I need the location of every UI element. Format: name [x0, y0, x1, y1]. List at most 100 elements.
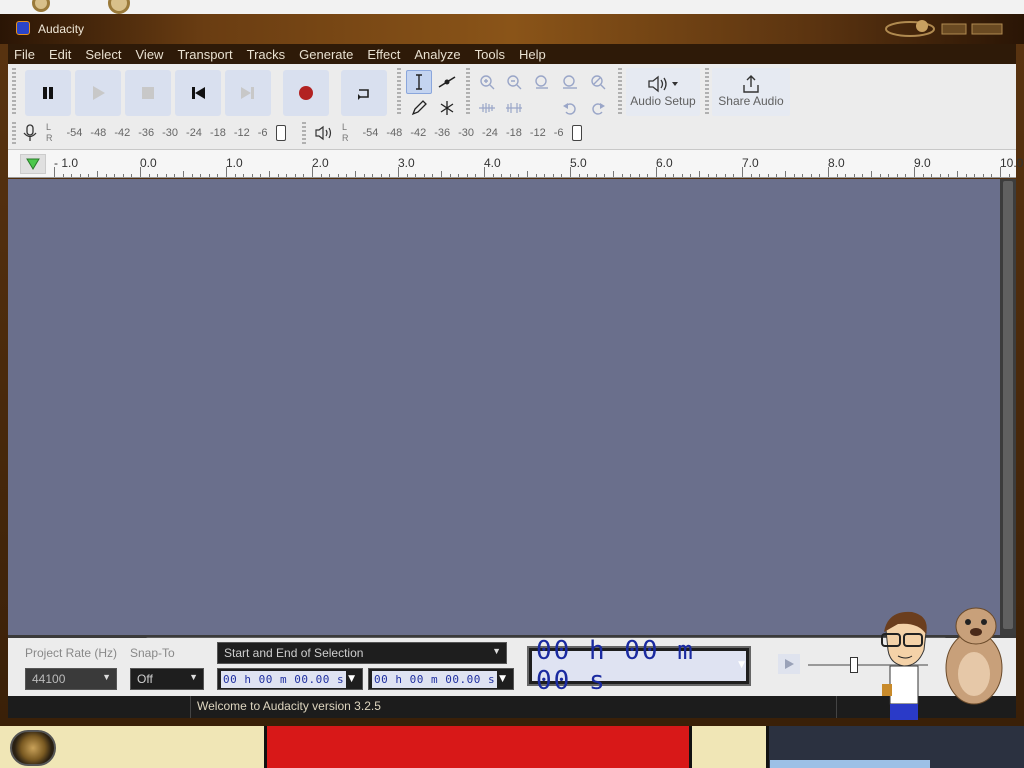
selection-start-time[interactable]: 00 h 00 m 00.00 s ▼ — [217, 668, 363, 690]
toolbar-grip[interactable] — [618, 68, 622, 116]
ruler-tick — [638, 174, 640, 177]
toolbar-grip[interactable] — [705, 68, 709, 116]
ruler-tick — [501, 174, 503, 177]
ruler-tick — [329, 174, 331, 177]
menu-help[interactable]: Help — [519, 47, 546, 62]
ruler-tick — [260, 174, 262, 177]
zoom-selection-icon — [535, 75, 548, 89]
scrollbar-thumb[interactable] — [1003, 181, 1013, 629]
ruler-tick — [690, 174, 692, 177]
redo-button[interactable] — [585, 96, 611, 120]
ruler-tick — [527, 171, 528, 177]
ruler-tick — [785, 171, 786, 177]
pause-button[interactable] — [25, 70, 71, 116]
snap-to-dropdown[interactable]: Off ▼ — [130, 668, 204, 690]
toolbar-grip[interactable] — [12, 122, 16, 146]
time-display[interactable]: 00 h 00 m 00 s ▼ — [527, 636, 751, 696]
ruler-tick — [879, 174, 881, 177]
undo-icon — [563, 103, 576, 115]
ruler-tick — [733, 174, 735, 177]
menu-edit[interactable]: Edit — [49, 47, 71, 62]
zoom-toggle-button[interactable] — [585, 70, 611, 94]
track-area[interactable] — [8, 179, 1000, 635]
zoom-out-button[interactable] — [501, 70, 527, 94]
selection-end-time[interactable]: 00 h 00 m 00.00 s ▼ — [368, 668, 514, 690]
record-button[interactable] — [283, 70, 329, 116]
toolbar-grip[interactable] — [466, 68, 470, 116]
ruler-tick — [286, 174, 288, 177]
meter-tick-label: -42 — [410, 127, 427, 139]
menu-view[interactable]: View — [136, 47, 164, 62]
toolbar-grip[interactable] — [302, 122, 306, 146]
project-rate-dropdown[interactable]: 44100 ▼ — [25, 668, 117, 690]
selection-mode-value: Start and End of Selection — [224, 646, 364, 660]
ruler-tick — [931, 174, 933, 177]
toolbar-grip[interactable] — [397, 68, 401, 116]
play-button[interactable] — [75, 70, 121, 116]
ruler-tick — [656, 167, 657, 177]
microphone-icon[interactable] — [22, 124, 38, 142]
ruler-tick — [664, 174, 666, 177]
ruler-tick — [896, 174, 898, 177]
title-bar: Audacity — [0, 14, 1024, 44]
menu-select[interactable]: Select — [85, 47, 121, 62]
ruler-tick — [578, 174, 580, 177]
record-meter: LR -54 -48 -42 -36 -30 -24 -18 -12 -6 — [22, 120, 286, 146]
share-audio-button[interactable]: Share Audio — [712, 68, 790, 116]
ruler-tick — [372, 174, 374, 177]
ruler-tick — [458, 174, 460, 177]
menu-tracks[interactable]: Tracks — [247, 47, 286, 62]
fit-project-button[interactable] — [557, 70, 583, 94]
stop-button[interactable] — [125, 70, 171, 116]
selection-tool-button[interactable] — [406, 70, 432, 94]
selection-mode-dropdown[interactable]: Start and End of Selection ▼ — [217, 642, 507, 664]
skip-to-end-button[interactable] — [225, 70, 271, 116]
ruler-tick — [492, 174, 494, 177]
play-at-speed-button[interactable] — [778, 654, 800, 674]
ruler-tick — [561, 174, 563, 177]
speed-slider-thumb[interactable] — [850, 657, 858, 673]
skip-to-start-button[interactable] — [175, 70, 221, 116]
stop-icon — [142, 87, 154, 99]
zoom-in-button[interactable] — [474, 70, 500, 94]
vertical-scrollbar[interactable] — [1000, 179, 1016, 635]
ruler-tick — [88, 174, 90, 177]
play-head-button[interactable] — [20, 154, 46, 174]
menu-effect[interactable]: Effect — [367, 47, 400, 62]
gear-icon — [32, 0, 50, 12]
record-meter-slider[interactable] — [275, 125, 286, 141]
desktop-clock-icon[interactable] — [10, 730, 56, 766]
silence-audio-button[interactable] — [501, 96, 527, 120]
ruler-tick — [1000, 167, 1001, 177]
menu-analyze[interactable]: Analyze — [414, 47, 460, 62]
ruler-tick — [423, 174, 425, 177]
menu-transport[interactable]: Transport — [177, 47, 232, 62]
zoom-fit-icon — [563, 75, 577, 89]
speaker-icon[interactable] — [314, 125, 334, 141]
zoom-in-icon — [480, 75, 495, 90]
chevron-down-icon: ▼ — [492, 646, 501, 656]
meter-tick-label: -18 — [505, 127, 522, 139]
menu-file[interactable]: File — [14, 47, 35, 62]
envelope-tool-button[interactable] — [434, 70, 460, 94]
fit-selection-button[interactable] — [529, 70, 555, 94]
end-time-value: 00 h 00 m 00.00 s — [372, 670, 498, 688]
ruler-tick — [243, 174, 245, 177]
timeline-ruler[interactable]: - 1.0 0.0 1.0 2.0 3.0 4.0 5.0 6.0 7.0 8.0 9.0 10.0 — [8, 150, 1023, 178]
toolbar-grip[interactable] — [12, 68, 16, 116]
ruler-tick — [1008, 174, 1010, 177]
ruler-tick — [54, 167, 55, 177]
playback-meter-slider[interactable] — [571, 125, 582, 141]
ruler-tick — [165, 174, 167, 177]
multi-tool-button[interactable] — [434, 96, 460, 120]
loop-button[interactable] — [341, 70, 387, 116]
undo-button[interactable] — [557, 96, 583, 120]
menu-tools[interactable]: Tools — [475, 47, 505, 62]
draw-tool-button[interactable] — [406, 96, 432, 120]
audio-setup-button[interactable]: Audio Setup — [626, 68, 700, 116]
ruler-tick — [888, 174, 890, 177]
trim-audio-button[interactable] — [474, 96, 500, 120]
ruler-tick — [742, 167, 743, 177]
menu-generate[interactable]: Generate — [299, 47, 353, 62]
ruler-tick-label: - 1.0 — [54, 156, 79, 170]
